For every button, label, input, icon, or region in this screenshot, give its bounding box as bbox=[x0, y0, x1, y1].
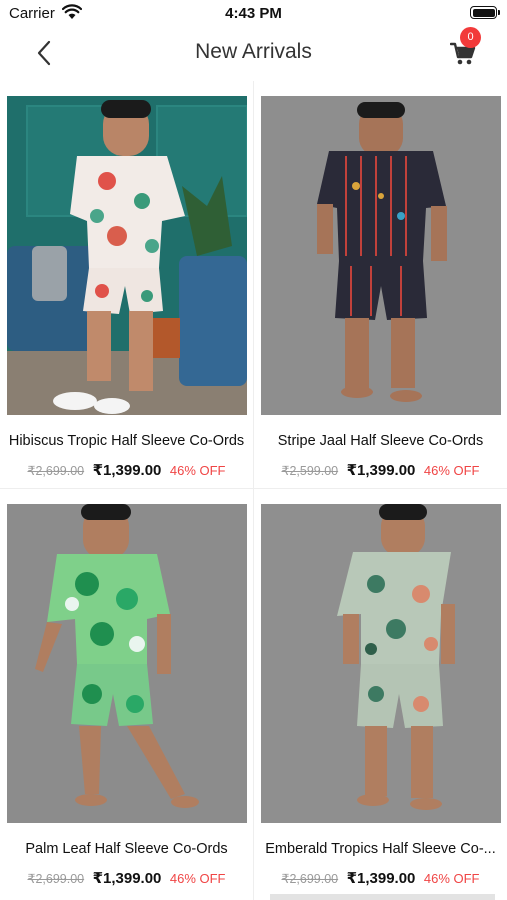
cart-count-badge: 0 bbox=[460, 27, 481, 48]
sale-price: ₹1,399.00 bbox=[92, 870, 162, 887]
product-card[interactable]: Hibiscus Tropic Half Sleeve Co-Ords ₹2,6… bbox=[0, 81, 253, 486]
original-price: ₹2,699.00 bbox=[281, 872, 339, 886]
original-price: ₹2,699.00 bbox=[27, 872, 85, 886]
next-row-hint bbox=[270, 894, 495, 900]
discount-label: 46% OFF bbox=[169, 463, 226, 478]
product-name: Stripe Jaal Half Sleeve Co-Ords bbox=[277, 433, 484, 449]
sale-price: ₹1,399.00 bbox=[92, 462, 162, 479]
product-card[interactable]: Stripe Jaal Half Sleeve Co-Ords ₹2,599.0… bbox=[254, 81, 507, 486]
status-bar: Carrier 4:43 PM bbox=[0, 0, 507, 26]
price-row: ₹2,699.00 ₹1,399.00 46% OFF bbox=[254, 869, 507, 888]
original-price: ₹2,599.00 bbox=[281, 464, 339, 478]
page-title: New Arrivals bbox=[195, 40, 312, 63]
discount-label: 46% OFF bbox=[423, 463, 480, 478]
product-name: Palm Leaf Half Sleeve Co-Ords bbox=[25, 841, 228, 857]
discount-label: 46% OFF bbox=[423, 871, 480, 886]
product-name: Emberald Tropics Half Sleeve Co-... bbox=[265, 841, 496, 857]
price-row: ₹2,699.00 ₹1,399.00 46% OFF bbox=[0, 869, 253, 888]
product-image[interactable] bbox=[261, 96, 501, 415]
price-row: ₹2,699.00 ₹1,399.00 46% OFF bbox=[0, 461, 253, 480]
product-card[interactable]: Emberald Tropics Half Sleeve Co-... ₹2,6… bbox=[254, 489, 507, 894]
product-name: Hibiscus Tropic Half Sleeve Co-Ords bbox=[8, 433, 245, 449]
clock: 4:43 PM bbox=[225, 5, 282, 22]
product-grid: Hibiscus Tropic Half Sleeve Co-Ords ₹2,6… bbox=[0, 81, 507, 900]
original-price: ₹2,699.00 bbox=[27, 464, 85, 478]
product-image[interactable] bbox=[261, 504, 501, 823]
sale-price: ₹1,399.00 bbox=[346, 462, 416, 479]
nav-bar: New Arrivals bbox=[0, 26, 507, 81]
product-card[interactable]: Palm Leaf Half Sleeve Co-Ords ₹2,699.00 … bbox=[0, 489, 253, 894]
product-image[interactable] bbox=[7, 504, 247, 823]
battery-icon bbox=[470, 6, 500, 19]
price-row: ₹2,599.00 ₹1,399.00 46% OFF bbox=[254, 461, 507, 480]
discount-label: 46% OFF bbox=[169, 871, 226, 886]
product-image[interactable] bbox=[7, 96, 247, 415]
sale-price: ₹1,399.00 bbox=[346, 870, 416, 887]
